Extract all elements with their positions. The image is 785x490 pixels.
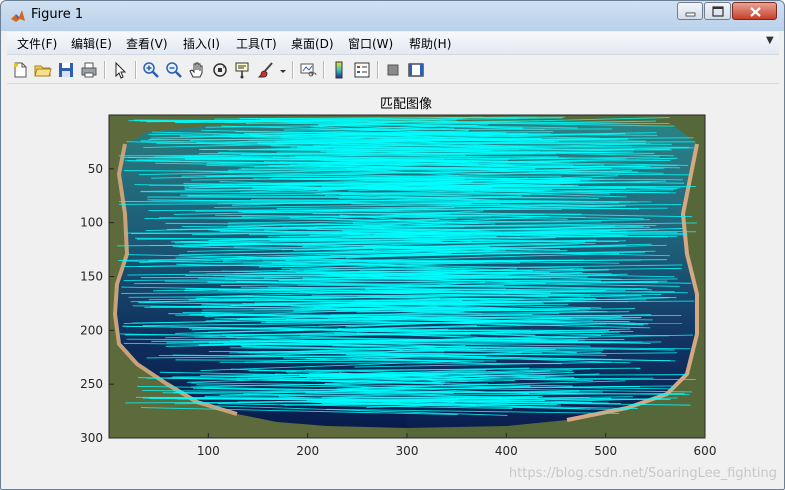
zoom-in-icon[interactable] — [142, 61, 160, 79]
menu-tools[interactable]: 工具(T) — [236, 35, 277, 52]
hide-plot-tools-icon[interactable] — [384, 61, 402, 79]
menu-help[interactable]: 帮助(H) — [409, 35, 451, 52]
toolbar-separator — [104, 61, 105, 79]
pan-hand-icon[interactable] — [188, 61, 206, 79]
menu-insert[interactable]: 插入(I) — [183, 35, 220, 52]
show-plot-tools-icon[interactable] — [407, 61, 425, 79]
y-tick-label: 300 — [80, 431, 103, 445]
y-tick-label: 100 — [80, 216, 103, 230]
y-tick-label: 50 — [88, 162, 103, 176]
edit-plot-icon[interactable] — [111, 61, 129, 79]
chevron-down-icon[interactable]: ▼ — [766, 35, 774, 46]
y-tick-label: 150 — [80, 270, 103, 284]
toolbar-separator — [292, 61, 293, 79]
match-line — [276, 151, 541, 153]
toolbar — [7, 57, 779, 84]
x-tick-label: 500 — [594, 444, 617, 458]
maximize-button[interactable] — [704, 2, 731, 20]
y-tick-label: 200 — [80, 323, 103, 337]
plot-svg: 匹配图像 100 200 300 400 500 600 50 100 150 200 250 30… — [80, 97, 777, 481]
data-cursor-icon[interactable] — [234, 61, 252, 79]
insert-colorbar-icon[interactable] — [330, 61, 348, 79]
close-button[interactable] — [732, 2, 777, 20]
x-tick-label: 200 — [296, 444, 319, 458]
plot-title: 匹配图像 — [380, 97, 432, 112]
toolbar-separator — [377, 61, 378, 79]
new-figure-icon[interactable] — [11, 61, 29, 79]
minimize-button[interactable] — [677, 2, 703, 20]
x-tick-label: 400 — [495, 444, 518, 458]
open-file-icon[interactable] — [34, 61, 52, 79]
toolbar-separator — [323, 61, 324, 79]
figure-canvas: 匹配图像 100 200 300 400 500 600 50 100 150 200 250 30… — [7, 84, 779, 484]
image-layer — [109, 115, 705, 438]
print-figure-icon[interactable] — [80, 61, 98, 79]
menu-bar: 文件(F) 编辑(E) 查看(V) 插入(I) 工具(T) 桌面(D) 窗口(W… — [7, 32, 779, 55]
x-tick-label: 300 — [396, 444, 419, 458]
title-bar[interactable]: Figure 1 — [1, 1, 784, 31]
menu-file[interactable]: 文件(F) — [17, 35, 57, 52]
brush-icon[interactable] — [257, 61, 275, 79]
matlab-icon — [11, 10, 25, 22]
window-title: Figure 1 — [31, 7, 84, 22]
x-tick-label: 600 — [694, 444, 717, 458]
menu-desktop[interactable]: 桌面(D) — [291, 35, 334, 52]
toolbar-separator — [135, 61, 136, 79]
x-tick-label: 100 — [197, 444, 220, 458]
rotate-3d-icon[interactable] — [211, 61, 229, 79]
insert-legend-icon[interactable] — [353, 61, 371, 79]
menu-view[interactable]: 查看(V) — [126, 35, 168, 52]
match-line — [260, 322, 683, 324]
watermark-text: https://blog.csdn.net/SoaringLee_fightin… — [509, 466, 777, 481]
menu-edit[interactable]: 编辑(E) — [71, 35, 112, 52]
menu-window[interactable]: 窗口(W) — [348, 35, 393, 52]
figure-window: Figure 1 文件(F) 编辑(E) 查看(V) 插入(I) 工具(T) 桌… — [0, 0, 785, 490]
link-plot-icon[interactable] — [299, 61, 317, 79]
brush-dropdown-icon[interactable] — [279, 61, 287, 79]
save-figure-icon[interactable] — [57, 61, 75, 79]
match-line — [176, 398, 459, 401]
zoom-out-icon[interactable] — [165, 61, 183, 79]
y-tick-label: 250 — [80, 377, 103, 391]
